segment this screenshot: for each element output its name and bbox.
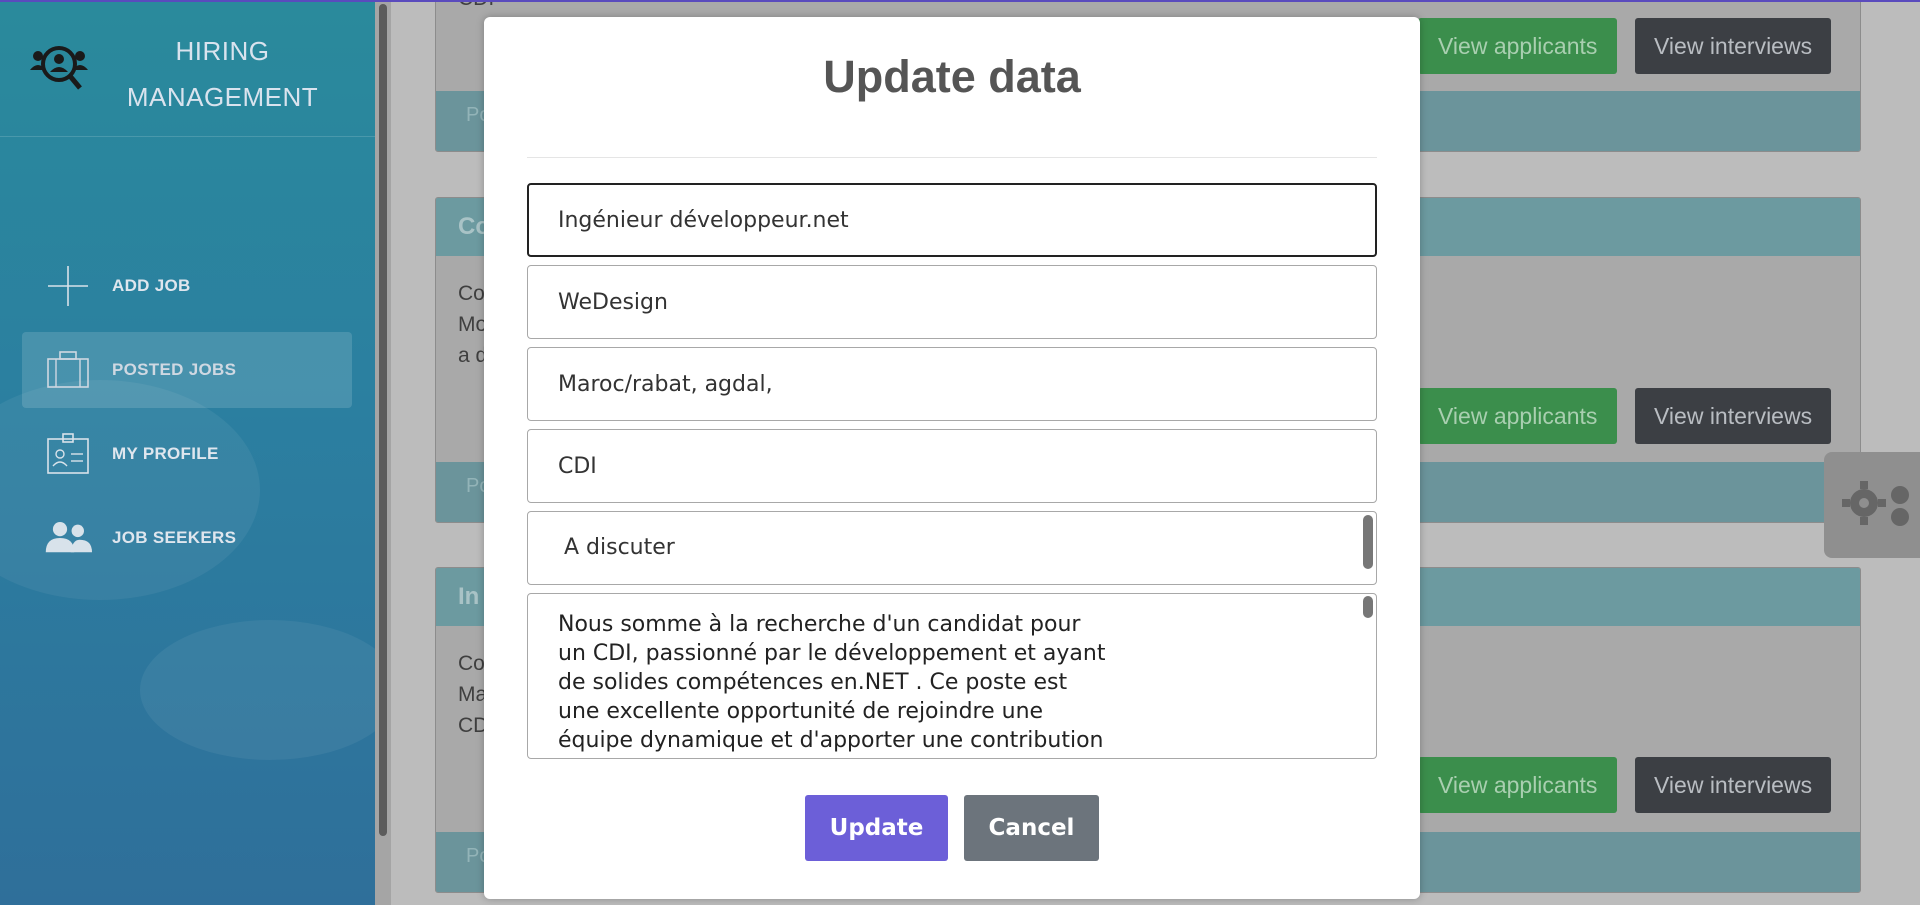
top-accent-line: [0, 0, 1920, 2]
salary-value: A discuter: [564, 535, 675, 560]
update-button[interactable]: Update: [805, 795, 948, 861]
description-line: Nous somme à la recherche d'un candidat …: [558, 612, 1081, 637]
modal-divider: [527, 157, 1377, 158]
modal-title: Update data: [823, 51, 1081, 102]
description-line: de solides compétences en.NET . Ce poste…: [558, 670, 1068, 695]
cancel-button[interactable]: Cancel: [964, 795, 1099, 861]
description-textarea[interactable]: Nous somme à la recherche d'un candidat …: [527, 593, 1377, 759]
job-title-input[interactable]: [527, 183, 1377, 257]
description-line: une excellente opportunité de rejoindre …: [558, 699, 1044, 724]
description-line: équipe dynamique et d'apporter une contr…: [558, 728, 1104, 753]
salary-field[interactable]: A discuter: [527, 511, 1377, 585]
update-modal: Update data A discuter Nous somme à la r…: [484, 17, 1420, 899]
location-input[interactable]: [527, 347, 1377, 421]
description-line: un CDI, passionné par le développement e…: [558, 641, 1106, 666]
field-scrollbar-thumb[interactable]: [1363, 515, 1373, 569]
company-input[interactable]: [527, 265, 1377, 339]
description-text: Nous somme à la recherche d'un candidat …: [558, 610, 1158, 755]
contract-input[interactable]: [527, 429, 1377, 503]
textarea-scrollbar-thumb[interactable]: [1363, 596, 1373, 618]
